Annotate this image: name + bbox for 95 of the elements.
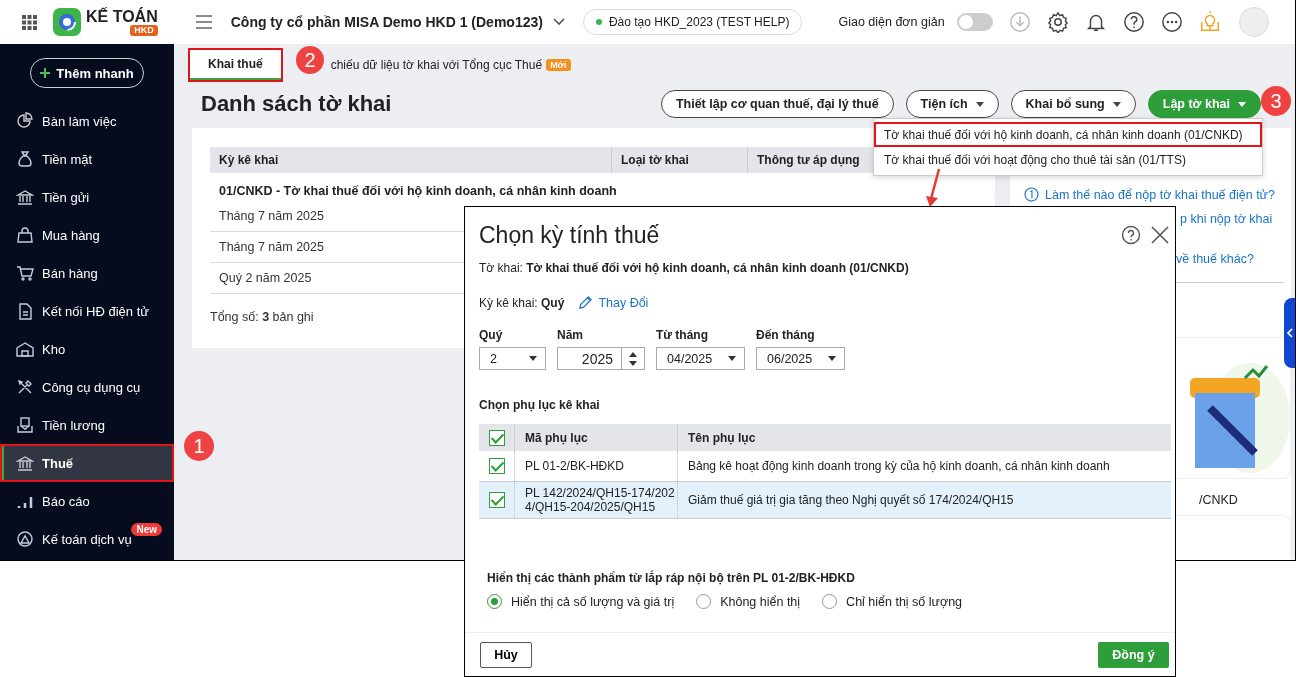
company-name[interactable]: Công ty cổ phần MISA Demo HKD 1 (Demo123): [230, 14, 543, 30]
caret-icon: [828, 356, 836, 361]
menu-icon[interactable]: [195, 15, 212, 29]
circle-logo-icon: [16, 530, 34, 548]
toolbar-button[interactable]: Tiện ích: [905, 90, 999, 118]
radio-option[interactable]: Không hiển thị: [696, 594, 801, 609]
table-row[interactable]: PL 142/2024/QH15-174/2024/QH15-204/2025/QH15 Giảm thuế giá trị gia tăng theo Nghị quyết số 174/2024/QH15: [479, 482, 1171, 519]
sidebar-item[interactable]: Công cụ dụng cụ: [0, 368, 174, 406]
column-header: Kỳ kê khai: [210, 147, 612, 173]
card-caption: /CNKD: [1199, 493, 1239, 507]
bank-icon: [16, 188, 34, 206]
collapse-handle[interactable]: [1284, 298, 1295, 368]
field-label: Năm: [557, 328, 584, 342]
settings-icon[interactable]: [1046, 11, 1069, 33]
more-icon[interactable]: [1160, 11, 1183, 33]
sidebar-item[interactable]: Bàn làm việc: [0, 102, 174, 140]
help-icon[interactable]: [1121, 225, 1141, 245]
sidebar-item[interactable]: Kết nối HĐ điện tử: [0, 292, 174, 330]
sidebar-item[interactable]: Bán hàng: [0, 254, 174, 292]
column-header: Loại tờ khai: [612, 147, 748, 173]
caret-icon: [975, 101, 984, 107]
declaration-name: Tờ khai: Tờ khai thuế đối với hộ kinh doanh, cá nhân kinh doanh (01/CNKD): [479, 261, 910, 275]
select-field[interactable]: 06/2025: [756, 347, 845, 370]
field-label: Từ tháng: [656, 328, 709, 342]
column-header: Tên phụ lục: [687, 430, 757, 445]
checkbox[interactable]: [488, 458, 505, 474]
checkbox[interactable]: [488, 429, 505, 446]
change-link[interactable]: Thay Đổi: [578, 295, 649, 310]
section-heading: Chọn phụ lục kê khai: [479, 398, 601, 412]
new-badge: New: [131, 523, 162, 536]
document-icon: [16, 302, 34, 320]
sidebar-item[interactable]: Báo cáo: [0, 482, 174, 520]
tab[interactable]: Khai thuế: [190, 50, 281, 80]
pencil-icon: [578, 295, 594, 310]
table-cell-text: Giảm thuế giá trị gia tăng theo Nghị quyết số 174/2024/QH15: [687, 492, 1015, 509]
sidebar-item[interactable]: Kế toán dịch vụ New: [0, 520, 174, 558]
table-cell-text: Bảng kê hoạt động kinh doanh trong kỳ của hộ kinh doanh, cá nhân kinh doanh: [687, 458, 1111, 475]
sidebar-item[interactable]: Kho: [0, 330, 174, 368]
money-bag-icon: [16, 150, 34, 168]
column-header: Thông tư áp dụng: [756, 152, 860, 169]
section-heading: Hiển thị các thành phẩm từ lắp ráp nội bộ trên PL 01-2/BK-HĐKD: [487, 571, 856, 585]
app-logo-icon: [53, 8, 81, 36]
sidebar-item[interactable]: Tiền gửi: [0, 178, 174, 216]
caret-icon: [728, 356, 736, 361]
shopping-bag-icon: [16, 226, 34, 244]
toolbar-button[interactable]: Thiết lập cơ quan thuế, đại lý thuế: [660, 90, 894, 118]
table-cell: PL 01-2/BK-HĐKD: [515, 451, 678, 481]
chevron-down-icon[interactable]: [552, 18, 565, 26]
simple-mode-label: Giao diện đơn giản: [838, 15, 945, 29]
radio-option[interactable]: Chỉ hiển thị số lượng: [822, 594, 963, 609]
help-link[interactable]: p khi nộp tờ khai: [1180, 212, 1291, 226]
lightbulb-book-icon[interactable]: [1198, 11, 1221, 33]
page-title: Danh sách tờ khai: [201, 91, 392, 117]
sidebar-item[interactable]: Tiền mặt: [0, 140, 174, 178]
number-field[interactable]: 2025: [557, 347, 645, 370]
cart-icon: [16, 264, 34, 282]
help-icon[interactable]: [1122, 11, 1145, 33]
tools-icon: [16, 378, 34, 396]
plus-icon: [40, 68, 51, 78]
menu-item[interactable]: Tờ khai thuế đối với hộ kinh doanh, cá nhân kinh doanh (01/CNKD): [874, 122, 1262, 147]
apps-grid-icon[interactable]: [22, 14, 37, 30]
help-link[interactable]: về thuế khác?: [1176, 252, 1291, 266]
tab[interactable]: chiếu dữ liệu tờ khai với Tổng cục Thuế Mới: [326, 50, 589, 80]
download-icon[interactable]: [1008, 11, 1031, 33]
sidebar-item[interactable]: Tiền lương: [0, 406, 174, 444]
menu-item[interactable]: Tờ khai thuế đối với hoạt động cho thuê tài sản (01/TTS): [874, 147, 1262, 172]
help-link[interactable]: Làm thế nào để nộp tờ khai thuế điện tử?: [1045, 187, 1275, 202]
dialog-title: Chọn kỳ tính thuế: [479, 221, 661, 249]
caret-icon: [529, 356, 537, 361]
record-count: Tổng số: 3 bản ghi: [210, 310, 315, 324]
toolbar-button[interactable]: Khai bổ sung: [1010, 90, 1136, 118]
logo-badge: HKD: [130, 24, 158, 36]
pie-chart-icon: [16, 112, 34, 130]
spinner-arrows-icon[interactable]: [629, 351, 637, 366]
select-field[interactable]: 04/2025: [656, 347, 745, 370]
field-label: Đến tháng: [756, 328, 816, 342]
info-icon: [1024, 187, 1039, 202]
radio-option[interactable]: Hiển thị cả số lượng và giá trị: [487, 594, 675, 609]
caret-icon: [1238, 101, 1246, 107]
sidebar-item[interactable]: Mua hàng: [0, 216, 174, 254]
warehouse-icon: [16, 340, 34, 358]
logo-text: KẾ TOÁN: [86, 8, 158, 25]
cancel-button[interactable]: Hủy: [480, 641, 532, 668]
sidebar-item[interactable]: Thuế: [0, 444, 174, 482]
caret-icon: [1112, 101, 1121, 107]
column-header: Mã phụ lục: [515, 424, 678, 451]
select-field[interactable]: 2: [479, 347, 546, 370]
close-icon[interactable]: [1151, 226, 1169, 244]
period-type: Kỳ kê khai: Quý: [479, 295, 565, 310]
checkbox[interactable]: [488, 492, 505, 508]
field-label: Quý: [479, 328, 504, 342]
toggle-switch[interactable]: [956, 13, 993, 31]
group-row-text: 01/CNKD - Tờ khai thuế đối với hộ kinh doanh, cá nhân kinh doanh: [218, 183, 618, 200]
table-cell: PL 142/2024/QH15-174/2024/QH15-204/2025/QH15: [515, 482, 678, 518]
bank-icon: [16, 454, 34, 472]
